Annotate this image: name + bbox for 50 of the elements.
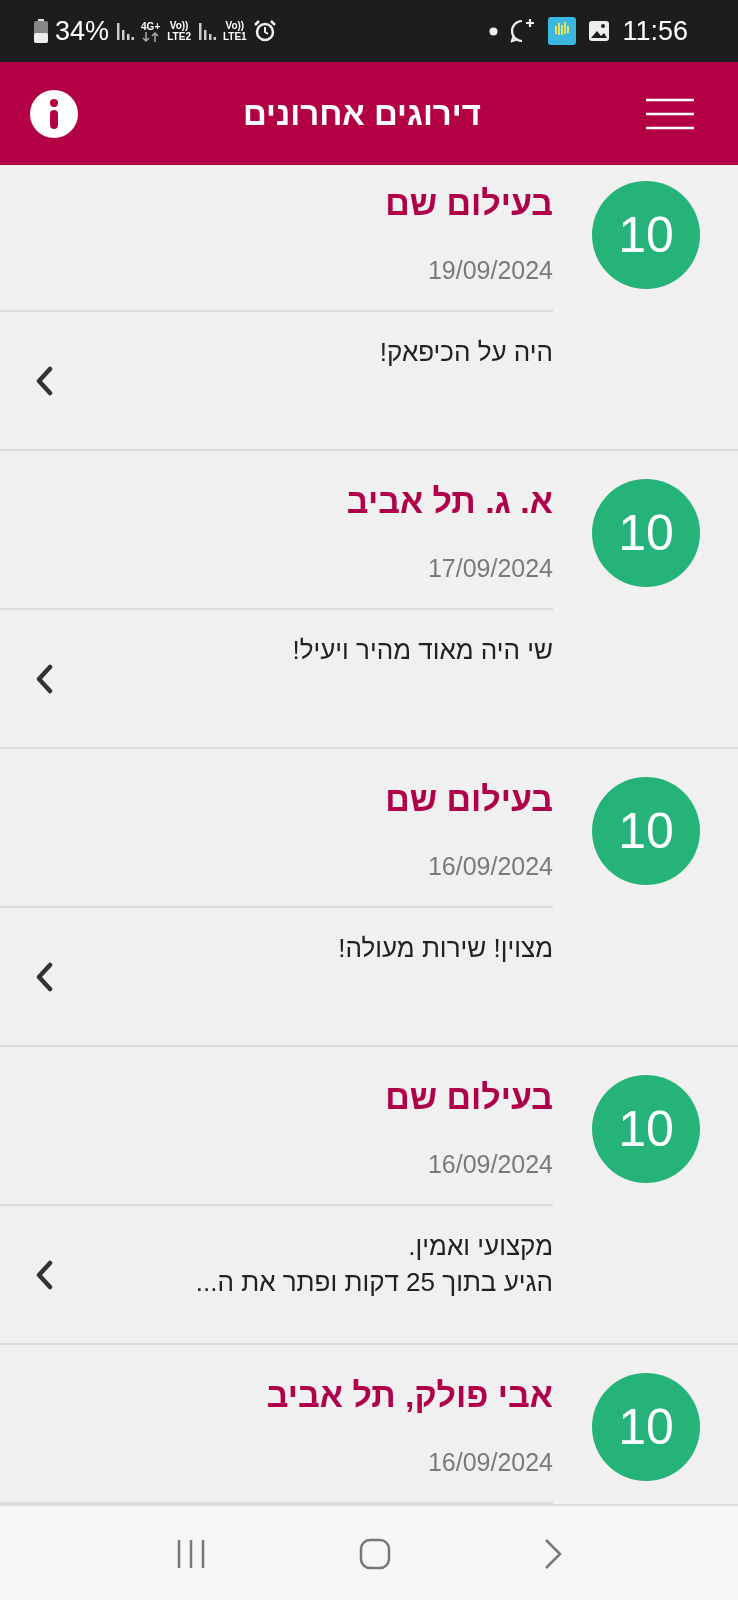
review-date: 16/09/2024 (426, 1447, 553, 1477)
score-badge: 10 (592, 181, 700, 289)
menu-button[interactable] (646, 97, 694, 130)
chevron-left-icon[interactable] (34, 961, 54, 992)
reviewer-name: אבי פולק, תל אביב (265, 1375, 553, 1416)
battery-icon (34, 19, 48, 43)
volte-label: Vo)) (169, 20, 189, 31)
app-icon (548, 17, 577, 45)
score-badge: 10 (592, 479, 700, 587)
score-badge: 10 (592, 1075, 700, 1183)
reviewer-name: בעילום שם (384, 779, 553, 820)
page-title: דירוגים אחרונים (242, 94, 482, 133)
review-comment: מקצועי ואמין. הגיע בתוך 25 דקות ופתר את ה... (195, 1230, 553, 1299)
sim-label: LTE2 (167, 31, 191, 42)
chat-icon (510, 18, 537, 44)
data-arrows-icon (141, 31, 160, 42)
recent-apps-icon (176, 1538, 207, 1569)
home-button[interactable] (359, 1537, 391, 1570)
volte-label: Vo)) (225, 20, 245, 31)
review-date: 17/09/2024 (426, 553, 553, 583)
alarm-icon (253, 20, 276, 42)
sim-label: LTE1 (222, 31, 247, 42)
info-icon (30, 89, 78, 138)
info-button[interactable] (30, 89, 78, 138)
battery-percent: 34% (55, 15, 110, 47)
back-button[interactable] (543, 1537, 562, 1570)
menu-icon (646, 97, 694, 130)
network-label: 4G+ (141, 20, 161, 32)
signal-icon (197, 21, 216, 41)
chevron-left-icon[interactable] (34, 1259, 54, 1290)
dot-icon (489, 26, 499, 36)
reviewer-name: בעילום שם (384, 1077, 553, 1118)
review-comment: היה על הכיפאק! (379, 336, 553, 369)
clock-time: 11:56 (622, 15, 688, 47)
review-date: 16/09/2024 (426, 851, 553, 881)
review-comment: שי היה מאוד מהיר ויעיל! (292, 634, 553, 667)
chevron-right-icon (543, 1537, 562, 1570)
home-icon (359, 1537, 391, 1570)
recent-apps-button[interactable] (176, 1538, 207, 1569)
score-badge: 10 (592, 1373, 700, 1481)
reviewer-name: בעילום שם (384, 183, 553, 224)
review-date: 16/09/2024 (426, 1149, 553, 1179)
image-icon (588, 20, 611, 42)
review-comment: מצוין! שירות מעולה! (338, 932, 553, 965)
chevron-left-icon[interactable] (34, 663, 54, 694)
signal-icon (116, 21, 135, 41)
score-badge: 10 (592, 777, 700, 885)
review-date: 19/09/2024 (426, 255, 553, 285)
reviewer-name: א. ג. תל אביב (345, 481, 553, 522)
chevron-left-icon[interactable] (34, 365, 54, 396)
